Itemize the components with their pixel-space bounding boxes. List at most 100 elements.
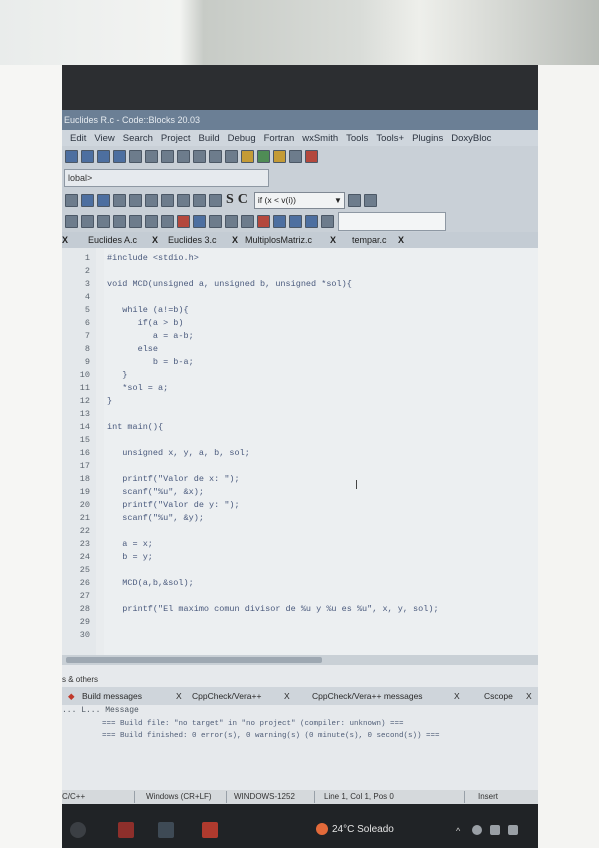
stop-debug-icon[interactable] xyxy=(177,214,190,228)
code-line[interactable]: 12} xyxy=(62,395,538,407)
menu-plugins[interactable]: Plugins xyxy=(412,133,443,144)
source-letter-c[interactable]: C xyxy=(238,192,248,208)
tab-euclides-a[interactable]: Euclides A.c xyxy=(88,232,137,248)
codeblocks-taskbar-icon[interactable] xyxy=(118,822,134,838)
code-line[interactable]: 9 b = b-a; xyxy=(62,356,538,368)
network-icon[interactable] xyxy=(472,825,482,835)
build-gear-icon[interactable] xyxy=(241,149,254,163)
source-letter-s[interactable]: S xyxy=(226,192,234,208)
tab-cppcheck[interactable]: CppCheck/Vera++ xyxy=(192,687,261,705)
zoom-in-icon[interactable] xyxy=(193,193,206,207)
code-line[interactable]: 22 xyxy=(62,525,538,537)
debug-start-icon[interactable] xyxy=(65,214,78,228)
scope-select[interactable]: lobal> xyxy=(64,169,269,187)
code-line[interactable]: 1 #include <stdio.h> xyxy=(62,252,538,264)
code-line[interactable]: 2 xyxy=(62,265,538,277)
code-line[interactable]: 17 xyxy=(62,460,538,472)
tab-close-icon[interactable]: X xyxy=(176,687,182,705)
code-line[interactable]: 7 a = a-b; xyxy=(62,330,538,342)
zoom-out-icon[interactable] xyxy=(209,193,222,207)
code-line[interactable]: 4 xyxy=(62,291,538,303)
menu-tools[interactable]: Tools xyxy=(346,133,368,144)
search-icon[interactable] xyxy=(70,822,86,838)
tab-close-icon[interactable]: X xyxy=(232,232,238,248)
code-line[interactable]: 21 scanf("%u", &y); xyxy=(62,512,538,524)
menu-doxyblocks[interactable]: DoxyBloc xyxy=(451,133,491,144)
code-line[interactable]: 8 else xyxy=(62,343,538,355)
tab-build-messages[interactable]: Build messages xyxy=(82,687,142,705)
next-line-icon[interactable] xyxy=(97,214,110,228)
menu-wxsmith[interactable]: wxSmith xyxy=(302,133,338,144)
step-into-icon[interactable] xyxy=(113,214,126,228)
tab-close-icon[interactable]: X xyxy=(526,687,532,705)
debug-windows-icon[interactable] xyxy=(193,214,206,228)
code-text[interactable]: b = b-a; xyxy=(107,356,194,368)
build-run-icon[interactable] xyxy=(273,149,286,163)
code-line[interactable]: 26 MCD(a,b,&sol); xyxy=(62,577,538,589)
code-line[interactable]: 5 while (a!=b){ xyxy=(62,304,538,316)
run-icon[interactable] xyxy=(257,149,270,163)
forward-arrow-icon[interactable] xyxy=(241,214,254,228)
menu-view[interactable]: View xyxy=(94,133,114,144)
stream-comment-icon[interactable] xyxy=(113,193,126,207)
menu-build[interactable]: Build xyxy=(198,133,219,144)
code-text[interactable]: b = y; xyxy=(107,551,153,563)
code-line[interactable]: 28 printf("El maximo comun divisor de %u… xyxy=(62,603,538,615)
cut-icon[interactable] xyxy=(161,149,174,163)
build-message-line[interactable]: === Build finished: 0 error(s), 0 warnin… xyxy=(102,732,440,740)
code-text[interactable]: *sol = a; xyxy=(107,382,168,394)
code-line[interactable]: 14 int main(){ xyxy=(62,421,538,433)
find-icon[interactable] xyxy=(209,149,222,163)
code-line[interactable]: 6 if(a > b) xyxy=(62,317,538,329)
code-line[interactable]: 19 scanf("%u", &x); xyxy=(62,486,538,498)
code-line[interactable]: 29 xyxy=(62,616,538,628)
menu-debug[interactable]: Debug xyxy=(228,133,256,144)
code-line[interactable]: 16 unsigned x, y, a, b, sol; xyxy=(62,447,538,459)
scrollbar-thumb[interactable] xyxy=(66,657,322,663)
horizontal-scrollbar[interactable] xyxy=(62,655,538,665)
code-text[interactable]: if(a > b) xyxy=(107,317,184,329)
code-text[interactable]: a = a-b; xyxy=(107,330,194,342)
code-text[interactable]: while (a!=b){ xyxy=(107,304,188,316)
tab-cppcheck-messages[interactable]: CppCheck/Vera++ messages xyxy=(312,687,423,705)
tab-euclides-3[interactable]: Euclides 3.c xyxy=(168,232,217,248)
code-line[interactable]: 25 xyxy=(62,564,538,576)
code-line[interactable]: 23 a = x; xyxy=(62,538,538,550)
code-text[interactable]: unsigned x, y, a, b, sol; xyxy=(107,447,250,459)
code-editor[interactable]: 1 #include <stdio.h> 2 3 void MCD(unsigned a… xyxy=(62,248,538,655)
target-combo[interactable] xyxy=(338,211,446,231)
code-line[interactable]: 10 } xyxy=(62,369,538,381)
jump-combo[interactable]: if (x < v(i)) ▼ xyxy=(253,191,345,209)
display-icon[interactable] xyxy=(490,825,500,835)
copy-icon[interactable] xyxy=(177,149,190,163)
code-line[interactable]: 3 void MCD(unsigned a, unsigned b, unsign… xyxy=(62,278,538,290)
run-to-cursor-icon[interactable] xyxy=(81,214,94,228)
rebuild-icon[interactable] xyxy=(289,149,302,163)
code-text[interactable]: MCD(a,b,&sol); xyxy=(107,577,193,589)
code-line[interactable]: 27 xyxy=(62,590,538,602)
code-text[interactable]: printf("Valor de y: "); xyxy=(107,499,239,511)
code-line[interactable]: 15 xyxy=(62,434,538,446)
menu-project[interactable]: Project xyxy=(161,133,191,144)
weather-text[interactable]: 24°C Soleado xyxy=(332,824,394,835)
code-text[interactable]: void MCD(unsigned a, unsigned b, unsigne… xyxy=(107,278,352,290)
tab-multiplos-matriz[interactable]: MultiplosMatriz.c xyxy=(245,232,312,248)
code-text[interactable]: } xyxy=(107,369,127,381)
info-icon[interactable] xyxy=(209,214,222,228)
abort-icon[interactable] xyxy=(305,149,318,163)
open-file-icon[interactable] xyxy=(81,149,94,163)
code-line[interactable]: 20 printf("Valor de y: "); xyxy=(62,499,538,511)
back-arrow-icon[interactable] xyxy=(225,214,238,228)
doxy-icon[interactable] xyxy=(321,214,334,228)
undo-icon[interactable] xyxy=(129,149,142,163)
code-line[interactable]: 30 xyxy=(62,629,538,641)
comment-icon[interactable] xyxy=(65,193,78,207)
code-line[interactable]: 11 *sol = a; xyxy=(62,382,538,394)
tab-close-icon[interactable]: X xyxy=(454,687,460,705)
menu-fortran[interactable]: Fortran xyxy=(264,133,295,144)
next-instruction-icon[interactable] xyxy=(145,214,158,228)
rect-select-icon[interactable] xyxy=(161,193,174,207)
volume-icon[interactable] xyxy=(508,825,518,835)
code-line[interactable]: 24 b = y; xyxy=(62,551,538,563)
code-text[interactable]: #include <stdio.h> xyxy=(107,252,199,264)
